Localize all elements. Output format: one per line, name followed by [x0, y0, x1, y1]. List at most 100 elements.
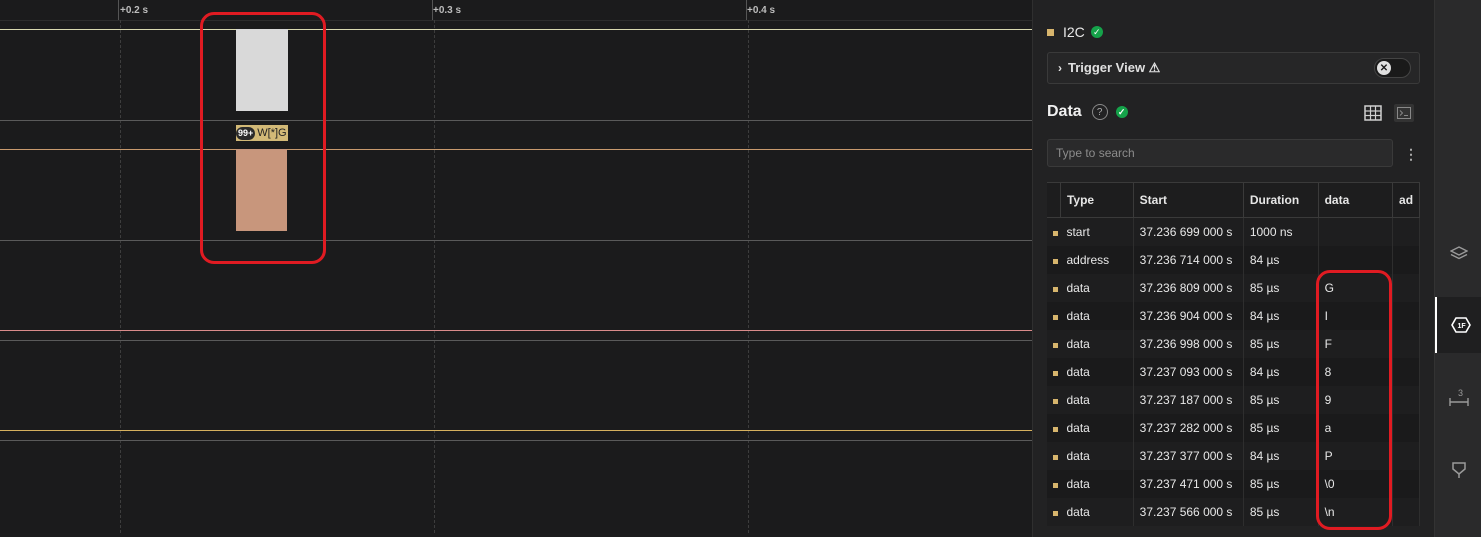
close-icon: ✕	[1377, 61, 1391, 75]
channel-0-high-line	[0, 29, 1032, 30]
channel-2-low-line	[0, 340, 1032, 341]
svg-text:1F: 1F	[1457, 323, 1466, 330]
timing-marker-icon[interactable]: 3	[1435, 370, 1481, 426]
terminal-icon[interactable]	[1394, 104, 1414, 122]
cell-address	[1392, 386, 1420, 414]
trigger-view-row[interactable]: › Trigger View ⚠ ✕	[1047, 52, 1420, 84]
tick-mark	[118, 0, 119, 20]
analyzers-icon[interactable]: 1F	[1435, 297, 1481, 353]
cell-start: 37.237 566 000 s	[1133, 498, 1244, 526]
search-input[interactable]	[1047, 139, 1393, 167]
cell-address	[1392, 302, 1420, 330]
cell-type: start	[1060, 217, 1134, 246]
cell-type: data	[1060, 470, 1134, 498]
grid-line	[748, 20, 749, 533]
row-color-marker	[1053, 455, 1058, 460]
cell-start: 37.237 282 000 s	[1133, 414, 1244, 442]
column-header-start[interactable]: Start	[1133, 182, 1244, 218]
column-header-type[interactable]: Type	[1060, 182, 1134, 218]
cell-duration: 84 µs	[1243, 246, 1319, 274]
column-header-address[interactable]: ad	[1392, 182, 1420, 218]
data-title: Data	[1047, 103, 1082, 120]
cell-type: data	[1060, 386, 1134, 414]
trigger-view-label: Trigger View ⚠	[1068, 60, 1161, 75]
row-color-marker	[1053, 483, 1058, 488]
channel-3-line	[0, 430, 1032, 431]
tick-label: +0.3 s	[433, 5, 462, 16]
column-header-marker	[1047, 182, 1061, 218]
cell-address	[1392, 414, 1420, 442]
channel-0-low-line	[0, 120, 1032, 121]
tick-label: +0.2 s	[120, 5, 149, 16]
cell-address	[1392, 358, 1420, 386]
cell-address	[1392, 330, 1420, 358]
cell-type: data	[1060, 302, 1134, 330]
cell-type: data	[1060, 442, 1134, 470]
cell-start: 37.236 904 000 s	[1133, 302, 1244, 330]
more-options-icon[interactable]: ⋮	[1404, 146, 1418, 163]
cell-start: 37.237 187 000 s	[1133, 386, 1244, 414]
data-section-header: Data ? ✓	[1047, 103, 1128, 121]
cell-duration: 85 µs	[1243, 414, 1319, 442]
row-color-marker	[1053, 343, 1058, 348]
cell-type: data	[1060, 274, 1134, 302]
check-icon: ✓	[1090, 26, 1103, 38]
row-color-marker	[1053, 511, 1058, 516]
grid-line	[434, 20, 435, 533]
cell-address	[1392, 246, 1420, 274]
cell-duration: 85 µs	[1243, 330, 1319, 358]
cell-address	[1392, 274, 1420, 302]
side-rail: 1F 3	[1434, 0, 1481, 537]
channel-1-low-line	[0, 240, 1032, 241]
row-color-marker	[1053, 315, 1058, 320]
column-header-duration[interactable]: Duration	[1243, 182, 1319, 218]
analyzer-panel: I2C ✓ › Trigger View ⚠ ✕ Data ? ✓ ⋮ Type…	[1032, 0, 1435, 537]
highlight-annotation	[1316, 270, 1392, 530]
tick-label: +0.4 s	[747, 5, 776, 16]
row-color-marker	[1053, 259, 1058, 264]
analyzer-color-swatch	[1047, 28, 1054, 36]
cell-start: 37.237 093 000 s	[1133, 358, 1244, 386]
trigger-view-toggle[interactable]: ✕	[1374, 58, 1411, 78]
cell-start: 37.236 699 000 s	[1133, 217, 1244, 246]
column-header-data[interactable]: data	[1318, 182, 1394, 218]
cell-duration: 85 µs	[1243, 386, 1319, 414]
check-icon: ✓	[1115, 106, 1128, 118]
cell-duration: 85 µs	[1243, 274, 1319, 302]
cell-duration: 1000 ns	[1243, 217, 1319, 246]
table-header-row: Type Start Duration data ad	[1047, 182, 1420, 218]
help-icon[interactable]: ?	[1091, 104, 1108, 120]
analyzer-name: I2C	[1063, 24, 1085, 40]
cell-start: 37.237 377 000 s	[1133, 442, 1244, 470]
cell-data	[1318, 217, 1394, 246]
layers-icon[interactable]	[1435, 225, 1481, 281]
highlight-annotation	[200, 12, 326, 264]
cell-address	[1392, 217, 1420, 246]
marker-icon[interactable]	[1435, 442, 1481, 498]
cell-type: data	[1060, 414, 1134, 442]
grid-line	[120, 20, 121, 533]
timeline-ruler[interactable]: +0.2 s +0.3 s +0.4 s	[0, 0, 1032, 21]
row-color-marker	[1053, 371, 1058, 376]
channel-2-line	[0, 330, 1032, 331]
cell-start: 37.236 998 000 s	[1133, 330, 1244, 358]
table-row[interactable]: start 37.236 699 000 s 1000 ns	[1047, 217, 1420, 246]
data-table[interactable]: Type Start Duration data ad start 37.236 …	[1047, 182, 1420, 537]
timing-marker-count: 3	[1458, 388, 1463, 398]
analyzer-header[interactable]: I2C ✓	[1047, 24, 1103, 40]
cell-type: data	[1060, 498, 1134, 526]
waveform-view[interactable]: +0.2 s +0.3 s +0.4 s 99+ W[*]G	[0, 0, 1032, 533]
row-color-marker	[1053, 231, 1058, 236]
cell-duration: 84 µs	[1243, 358, 1319, 386]
cell-address	[1392, 498, 1420, 526]
cell-address	[1392, 470, 1420, 498]
cell-duration: 85 µs	[1243, 498, 1319, 526]
channel-3-low-line	[0, 440, 1032, 441]
table-view-icon[interactable]	[1364, 105, 1382, 126]
cell-type: address	[1060, 246, 1134, 274]
row-color-marker	[1053, 427, 1058, 432]
cell-duration: 84 µs	[1243, 302, 1319, 330]
cell-start: 37.236 809 000 s	[1133, 274, 1244, 302]
cell-start: 37.237 471 000 s	[1133, 470, 1244, 498]
channel-1-high-line	[0, 149, 1032, 150]
